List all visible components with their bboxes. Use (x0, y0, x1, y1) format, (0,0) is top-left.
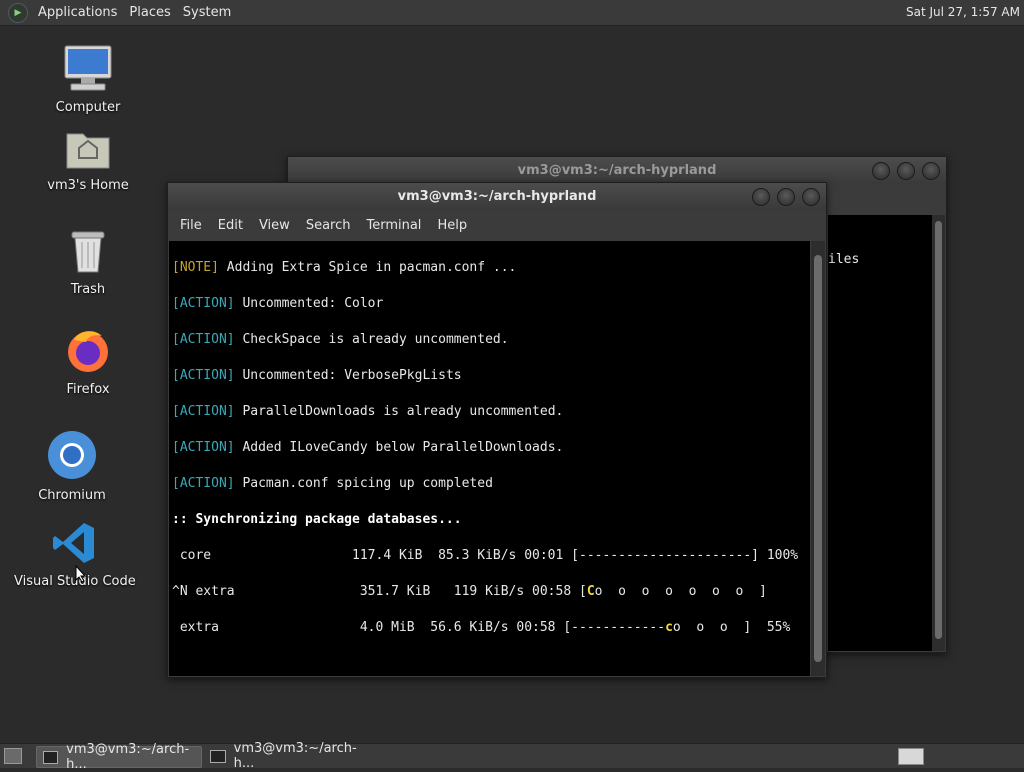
terminal-line: :: Synchronizing package databases... (172, 512, 462, 527)
download-progress-line: core 117.4 KiB 85.3 KiB/s 00:01 [-------… (172, 548, 799, 563)
menu-system[interactable]: System (177, 5, 237, 20)
desktop-icon-label: Visual Studio Code (14, 574, 136, 589)
terminal-menubar: File Edit View Search Terminal Help (168, 211, 826, 239)
desktop-icon-label: vm3's Home (47, 178, 129, 193)
taskbar-item[interactable]: vm3@vm3:~/arch-h... (36, 742, 202, 772)
top-panel: ▶ Applications Places System Sat Jul 27,… (0, 0, 1024, 26)
menu-places[interactable]: Places (123, 5, 176, 20)
mouse-cursor-icon (75, 565, 87, 583)
desktop-icon-firefox[interactable]: Firefox (28, 326, 148, 397)
terminal-line: [ACTION] Uncommented: Color (172, 296, 384, 311)
menu-terminal[interactable]: Terminal (358, 218, 429, 233)
terminal-output[interactable]: iles (828, 215, 932, 651)
menu-applications[interactable]: Applications (32, 5, 123, 20)
maximize-button[interactable] (897, 162, 915, 180)
scrollbar[interactable] (932, 215, 945, 651)
terminal-line: [ACTION] Added ILoveCandy below Parallel… (172, 440, 564, 455)
vscode-icon (53, 523, 94, 563)
scrollbar-thumb[interactable] (814, 255, 822, 662)
bottom-panel: vm3@vm3:~/arch-h... vm3@vm3:~/arch-h... (0, 741, 1024, 772)
terminal-output[interactable]: [NOTE] Adding Extra Spice in pacman.conf… (169, 241, 810, 676)
menu-edit[interactable]: Edit (210, 218, 251, 233)
download-progress-line: extra 4.0 MiB 56.6 KiB/s 00:58 [--------… (172, 620, 791, 635)
window-titlebar[interactable]: vm3@vm3:~/arch-hyprland (288, 157, 946, 185)
desktop-icon-chromium[interactable]: Chromium (12, 430, 132, 503)
menu-file[interactable]: File (172, 218, 210, 233)
terminal-line: [ACTION] ParallelDownloads is already un… (172, 404, 564, 419)
window-title: vm3@vm3:~/arch-hyprland (397, 189, 597, 204)
window-titlebar[interactable]: vm3@vm3:~/arch-hyprland (168, 183, 826, 211)
desktop-icon-label: Computer (55, 100, 121, 115)
close-button[interactable] (802, 188, 820, 206)
taskbar-item-label: vm3@vm3:~/arch-h... (233, 741, 357, 771)
menu-search[interactable]: Search (298, 218, 359, 233)
maximize-button[interactable] (777, 188, 795, 206)
computer-icon (64, 45, 112, 91)
menu-view[interactable]: View (251, 218, 298, 233)
close-button[interactable] (922, 162, 940, 180)
desktop-icon-vscode[interactable]: Visual Studio Code (14, 520, 136, 589)
clock[interactable]: Sat Jul 27, 1:57 AM (906, 0, 1020, 25)
trash-icon (71, 231, 105, 273)
desktop-icon-label: Firefox (66, 382, 110, 397)
desktop-icon-label: Trash (70, 282, 106, 297)
terminal-icon (43, 750, 59, 764)
minimize-button[interactable] (872, 162, 890, 180)
taskbar-item[interactable]: vm3@vm3:~/arch-h... (204, 741, 374, 771)
show-desktop-icon[interactable] (4, 748, 22, 764)
terminal-line: [NOTE] Adding Extra Spice in pacman.conf… (172, 260, 517, 275)
menu-help[interactable]: Help (429, 218, 475, 233)
desktop-icon-home[interactable]: vm3's Home (28, 128, 148, 193)
desktop-icon-label: Chromium (38, 488, 106, 503)
terminal-line: [ACTION] Uncommented: VerbosePkgLists (172, 368, 462, 383)
terminal-window-front[interactable]: vm3@vm3:~/arch-hyprland File Edit View S… (167, 182, 827, 678)
terminal-icon (210, 749, 226, 763)
desktop-icon-computer[interactable]: Computer (28, 44, 148, 115)
download-progress-line: ^N extra 351.7 KiB 119 KiB/s 00:58 [Co o… (172, 584, 767, 599)
firefox-icon (68, 331, 108, 372)
workspace-switcher[interactable] (898, 748, 924, 765)
minimize-button[interactable] (752, 188, 770, 206)
chromium-icon (48, 431, 96, 479)
scrollbar[interactable] (811, 241, 825, 676)
scrollbar-thumb[interactable] (935, 221, 942, 639)
terminal-line: [ACTION] Pacman.conf spicing up complete… (172, 476, 493, 491)
distro-logo-icon[interactable]: ▶ (8, 2, 28, 23)
home-folder-icon (66, 133, 110, 169)
desktop-icon-trash[interactable]: Trash (28, 228, 148, 297)
terminal-line: [ACTION] CheckSpace is already uncomment… (172, 332, 509, 347)
terminal-line: iles (828, 252, 860, 267)
window-title: vm3@vm3:~/arch-hyprland (517, 163, 717, 178)
